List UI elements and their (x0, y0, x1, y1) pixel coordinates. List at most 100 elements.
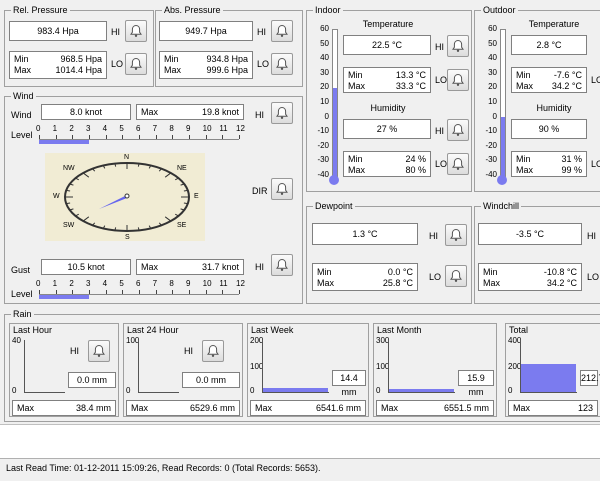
abs-pressure-hi-label: HI (257, 27, 266, 37)
bell-icon (93, 344, 105, 357)
outdoor-title: Outdoor (481, 5, 518, 16)
windchill-minmax: Min -10.8 °C Max 34.2 °C (478, 263, 582, 291)
indoor-temp-hi-alarm-button[interactable] (447, 35, 469, 57)
rain-max-field: Max 6541.6 mm (250, 400, 366, 416)
rain-max-field: Max 123 (508, 400, 598, 416)
level-tick (239, 135, 240, 139)
windchill-value: -3.5 °C (478, 223, 582, 245)
indoor-temp-header: Temperature (362, 19, 414, 29)
compass-se-label: SE (177, 222, 187, 229)
status-bar: Last Read Time: 01-12-2011 15:09:26, Rea… (0, 458, 600, 481)
outdoor-thermo-scale: 60 50 40 30 20 10 0 -10 -20 -30 -40 (479, 25, 497, 183)
rain-panel-total: Total4002000212.7Max123 (505, 323, 600, 417)
thermo-scale-label: -40 (485, 170, 497, 179)
level-tick-label: 9 (186, 124, 191, 133)
rain-gauge-fill (263, 388, 328, 392)
rain-panel-title: Last Month (377, 325, 422, 335)
bell-icon (276, 258, 288, 271)
abs-pressure-min-label: Min (164, 54, 179, 64)
compass-nw-label: NW (63, 165, 75, 172)
rain-max-label: Max (131, 403, 149, 413)
rain-scale-bottom: 0 (376, 386, 381, 395)
rain-panel-title: Last 24 Hour (127, 325, 179, 335)
wind-level-scale: 0 1 2 3 4 5 6 7 8 9 10 11 12 (36, 124, 245, 147)
compass-n-label: N (124, 154, 130, 161)
rain-max-field: Max 6529.6 mm (126, 400, 240, 416)
wind-hi-alarm-button[interactable] (271, 102, 293, 124)
abs-pressure-lo-alarm-button[interactable] (271, 53, 293, 75)
gust-hi-alarm-button[interactable] (271, 254, 293, 276)
windchill-title: Windchill (481, 201, 522, 212)
indoor-hum-lo-alarm-button[interactable] (447, 153, 469, 175)
abs-pressure-hi-alarm-button[interactable] (271, 20, 293, 42)
rel-pressure-lo-alarm-button[interactable] (125, 53, 147, 75)
outdoor-temp-value: 2.8 °C (511, 35, 587, 55)
thermo-scale-label: -20 (485, 140, 497, 150)
rain-max-value: 38.4 mm (75, 403, 111, 413)
indoor-temp-hi-label: HI (435, 42, 444, 52)
abs-pressure-minmax: Min 934.8 Hpa Max 999.6 Hpa (159, 51, 253, 79)
level-fill-bar (39, 295, 89, 299)
abs-pressure-max-label: Max (164, 65, 182, 75)
windchill-min: -10.8 °C (543, 267, 577, 277)
dewpoint-hi-alarm-button[interactable] (445, 224, 467, 246)
rel-pressure-hi-alarm-button[interactable] (125, 20, 147, 42)
outdoor-group: Outdoor 60 50 40 30 20 10 0 -10 -20 -30 -40 Temper… (474, 5, 600, 192)
indoor-temp-minmax: Min 13.3 °C Max 33.3 °C (343, 67, 431, 93)
thermo-scale-label: 40 (320, 53, 329, 63)
wind-dir-alarm-button[interactable] (271, 178, 293, 200)
outdoor-temp-max: 34.2 °C (551, 81, 582, 91)
thermometer-fill (501, 116, 505, 179)
thermo-scale-label: 60 (488, 24, 497, 33)
rel-pressure-minmax: Min 968.5 Hpa Max 1014.4 Hpa (9, 51, 107, 79)
indoor-title: Indoor (313, 5, 343, 16)
rel-pressure-min-value: 968.5 Hpa (60, 54, 102, 64)
rain-hi-label: HI (184, 346, 193, 356)
wind-hi-label: HI (255, 110, 264, 120)
rain-gauge (388, 340, 455, 393)
rain-scale-bottom: 0 (126, 386, 131, 395)
level-tick (239, 290, 240, 294)
rain-hi-label: HI (70, 346, 79, 356)
rain-hi-alarm-button[interactable] (88, 340, 110, 362)
indoor-hum-value: 27 % (343, 119, 431, 139)
rain-current-value: 0.0 mm (182, 372, 240, 388)
indoor-temp-min: 13.3 °C (395, 70, 426, 80)
level-tick-label: 2 (69, 124, 74, 133)
rain-hi-alarm-button[interactable] (202, 340, 224, 362)
thermometer-fill (333, 87, 337, 179)
dewpoint-group: Dewpoint 1.3 °C HI Min 0.0 °C Max 25.8 °C … (306, 201, 472, 304)
abs-pressure-min-value: 934.8 Hpa (206, 54, 248, 64)
outdoor-temp-min-label: Min (516, 70, 531, 80)
dewpoint-title: Dewpoint (313, 201, 355, 212)
level-tick-label: 5 (119, 124, 124, 133)
dewpoint-lo-alarm-button[interactable] (445, 265, 467, 287)
indoor-temp-min-label: Min (348, 70, 363, 80)
dewpoint-hi-label: HI (429, 231, 438, 241)
indoor-thermometer (329, 29, 339, 185)
rain-gauge (138, 340, 179, 393)
rain-max-field: Max 38.4 mm (12, 400, 116, 416)
outdoor-temp-lo-label: LO (591, 75, 600, 85)
indoor-hum-max: 80 % (405, 165, 426, 175)
gust-max-value: 31.7 knot (201, 262, 239, 272)
rain-scale-bottom: 0 (12, 386, 17, 395)
level-tick-label: 6 (136, 124, 141, 133)
level-tick-label: 11 (219, 124, 228, 133)
thermometer-bulb (329, 175, 339, 185)
outdoor-hum-min-label: Min (516, 154, 531, 164)
rain-panel-title: Last Hour (13, 325, 53, 335)
rain-panel-last_week: Last Week 200 100 0 14.4 mm Max 6541.6 mm (247, 323, 369, 417)
gust-level-label: Level (11, 289, 33, 299)
bell-icon (130, 24, 142, 37)
compass-ne-label: NE (177, 165, 187, 172)
compass-w-label: W (53, 193, 60, 200)
bell-icon (452, 73, 464, 86)
indoor-hum-hi-alarm-button[interactable] (447, 119, 469, 141)
rain-max-value: 6551.5 mm (443, 403, 489, 413)
wind-speed-value: 8.0 knot (41, 104, 131, 120)
bell-icon (207, 344, 219, 357)
indoor-temp-lo-alarm-button[interactable] (447, 69, 469, 91)
dewpoint-min-label: Min (317, 267, 332, 277)
wind-label: Wind (11, 110, 32, 120)
